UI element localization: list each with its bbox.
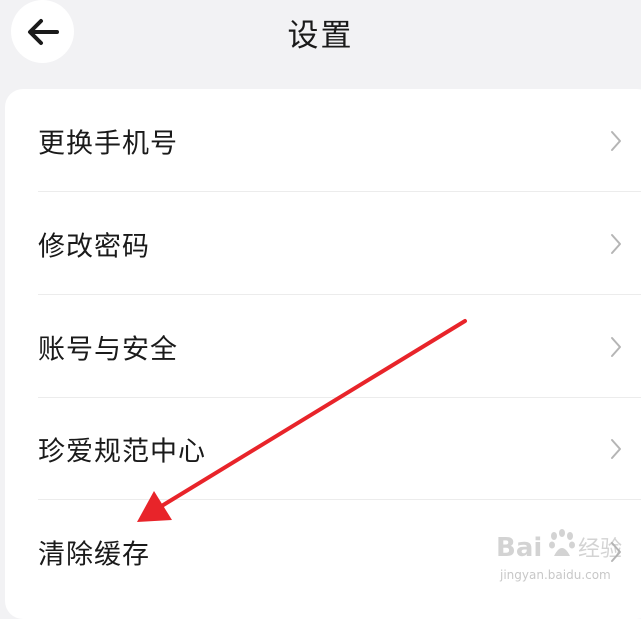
chevron-right-icon <box>611 438 621 459</box>
svg-text:Bai: Bai <box>496 533 542 563</box>
chevron-right-icon <box>611 233 621 254</box>
settings-item-change-password[interactable]: 修改密码 <box>5 192 641 295</box>
settings-item-change-phone[interactable]: 更换手机号 <box>5 89 641 192</box>
baidu-logo-icon: Bai 经验 <box>496 529 622 563</box>
settings-item-label: 账号与安全 <box>38 334 178 365</box>
settings-item-label: 更换手机号 <box>38 128 178 159</box>
chevron-right-icon <box>611 130 621 151</box>
settings-item-label: 珍爱规范中心 <box>38 436 206 467</box>
watermark-url: jingyan.baidu.com <box>500 568 611 582</box>
chevron-right-icon <box>611 336 621 357</box>
settings-item-label: 修改密码 <box>38 231 150 262</box>
svg-text:经验: 经验 <box>578 537 622 562</box>
settings-item-community-guidelines[interactable]: 珍爱规范中心 <box>5 397 641 500</box>
page-title: 设置 <box>287 18 354 54</box>
baidu-jingyan-watermark: Bai 经验 jingyan.baidu.com <box>492 522 632 592</box>
settings-item-label: 清除缓存 <box>38 539 150 570</box>
settings-item-account-security[interactable]: 账号与安全 <box>5 295 641 398</box>
header-bar: 设置 <box>0 0 641 90</box>
